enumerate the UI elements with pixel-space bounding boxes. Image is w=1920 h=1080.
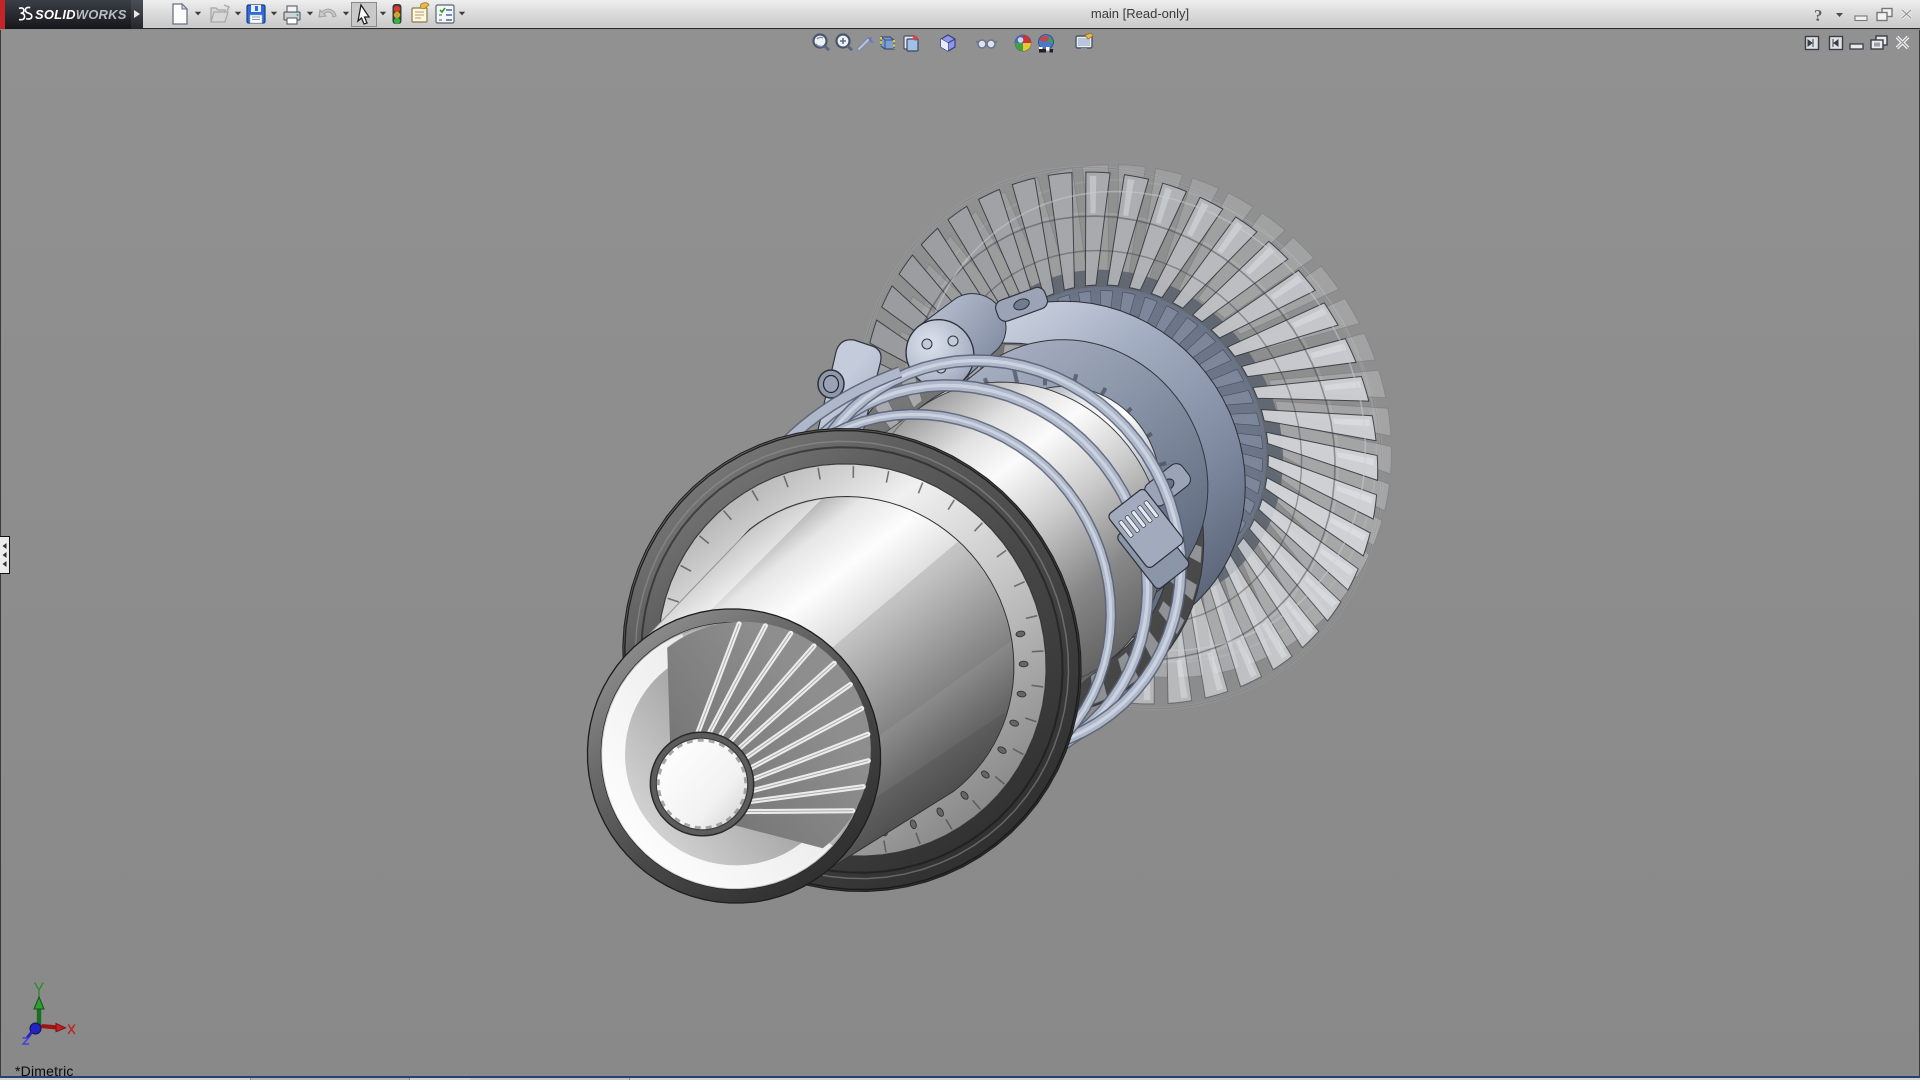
svg-text:?: ? xyxy=(1814,6,1823,25)
